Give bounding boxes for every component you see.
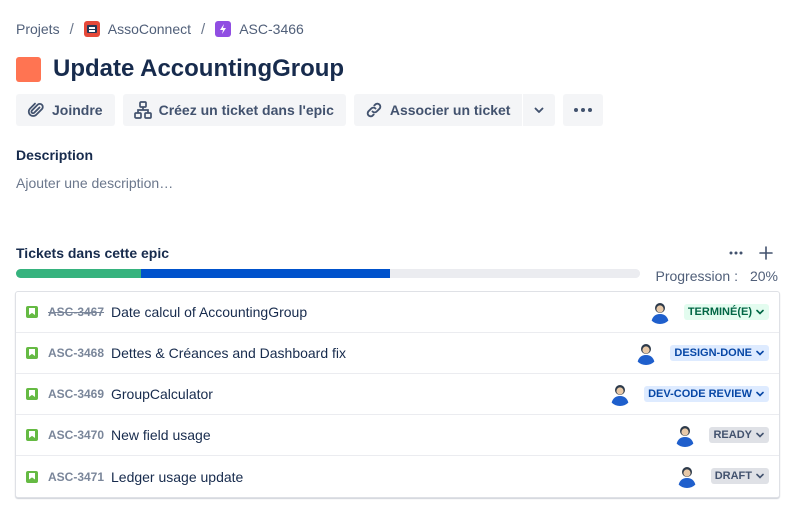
- more-actions-button[interactable]: [563, 94, 604, 126]
- issue-toolbar: Joindre Créez un ticket dans l'epic Asso…: [16, 94, 611, 126]
- story-icon: [26, 347, 38, 359]
- child-issue-row[interactable]: ASC-3471 Ledger usage update DRAFT: [16, 456, 779, 497]
- more-icon: [729, 251, 743, 255]
- more-icon: [574, 108, 593, 112]
- attach-button[interactable]: Joindre: [16, 94, 115, 126]
- status-label: DEV-CODE REVIEW: [648, 388, 752, 400]
- plus-icon: [759, 246, 773, 260]
- add-child-issue-button[interactable]: [754, 243, 778, 263]
- create-child-issue-button[interactable]: Créez un ticket dans l'epic: [122, 94, 346, 126]
- status-label: DESIGN-DONE: [674, 347, 752, 359]
- assignee-avatar[interactable]: [608, 382, 633, 406]
- epic-tickets-actions: [718, 243, 778, 263]
- chevron-down-icon: [756, 432, 764, 438]
- paperclip-icon: [27, 102, 44, 117]
- epic-tickets-more-button[interactable]: [724, 243, 748, 263]
- status-lozenge[interactable]: READY: [709, 427, 769, 443]
- child-issue-row[interactable]: ASC-3468 Dettes & Créances and Dashboard…: [16, 333, 779, 374]
- child-issue-key[interactable]: ASC-3470: [48, 428, 111, 442]
- chevron-down-icon: [756, 350, 764, 356]
- description-heading: Description: [16, 147, 94, 163]
- chevron-down-icon: [756, 473, 764, 479]
- epic-icon: [215, 21, 232, 37]
- status-label: READY: [713, 429, 752, 441]
- status-lozenge[interactable]: DRAFT: [710, 468, 769, 484]
- story-icon: [26, 470, 38, 483]
- status-lozenge[interactable]: TERMINÉ(E): [683, 304, 769, 320]
- assignee-avatar[interactable]: [634, 341, 659, 365]
- child-issue-key[interactable]: ASC-3467: [48, 305, 111, 319]
- issue-header: Update AccountingGroup: [16, 55, 344, 83]
- breadcrumb-project[interactable]: AssoConnect: [83, 21, 192, 37]
- progress-segment-in-progress: [140, 269, 391, 278]
- status-label: DRAFT: [714, 470, 752, 482]
- epic-issue-type-icon: [16, 56, 41, 82]
- epic-progress-text: Progression : 20%: [655, 268, 778, 284]
- progress-segment-todo: [390, 269, 640, 278]
- chevron-down-icon: [756, 391, 764, 397]
- link-icon: [366, 102, 382, 118]
- breadcrumb-epic-label: ASC-3466: [239, 21, 304, 37]
- child-issues-list: ASC-3467 Date calcul of AccountingGroup …: [15, 291, 780, 498]
- attach-button-label: Joindre: [52, 102, 103, 118]
- breadcrumb-project-label: AssoConnect: [107, 21, 192, 37]
- epic-progress-bar: [16, 269, 640, 278]
- assignee-avatar[interactable]: [673, 423, 698, 447]
- link-issue-label: Associer un ticket: [389, 102, 511, 118]
- story-icon: [26, 429, 38, 441]
- breadcrumb-projects[interactable]: Projets: [16, 21, 60, 37]
- breadcrumb-separator: /: [201, 20, 206, 38]
- chevron-down-icon: [535, 107, 544, 113]
- breadcrumb-separator: /: [69, 20, 74, 38]
- status-lozenge[interactable]: DEV-CODE REVIEW: [644, 386, 769, 402]
- progress-percent: 20%: [749, 268, 778, 284]
- status-lozenge[interactable]: DESIGN-DONE: [670, 345, 769, 361]
- breadcrumb: Projets / AssoConnect / ASC-3466: [16, 19, 304, 39]
- description-field[interactable]: Ajouter une description…: [16, 175, 173, 191]
- assignee-avatar[interactable]: [674, 464, 699, 488]
- project-icon: [83, 21, 100, 37]
- epic-tickets-heading: Tickets dans cette epic: [16, 245, 170, 261]
- progress-segment-done: [16, 269, 141, 278]
- create-child-issue-label: Créez un ticket dans l'epic: [158, 102, 334, 118]
- child-issue-key[interactable]: ASC-3471: [48, 470, 111, 484]
- link-issue-button[interactable]: Associer un ticket: [353, 94, 523, 126]
- breadcrumb-projects-label: Projets: [16, 21, 60, 37]
- epic-tickets-header: Tickets dans cette epic: [16, 243, 778, 263]
- progress-label: Progression :: [655, 268, 738, 284]
- issue-title[interactable]: Update AccountingGroup: [53, 55, 344, 83]
- child-issue-row[interactable]: ASC-3470 New field usage READY: [16, 415, 779, 456]
- link-issue-dropdown-button[interactable]: [523, 94, 556, 126]
- chevron-down-icon: [756, 309, 764, 315]
- breadcrumb-epic[interactable]: ASC-3466: [215, 21, 304, 37]
- story-icon: [26, 388, 38, 400]
- child-issue-row[interactable]: ASC-3467 Date calcul of AccountingGroup …: [16, 292, 779, 333]
- child-issue-key[interactable]: ASC-3469: [48, 387, 111, 401]
- status-label: TERMINÉ(E): [687, 306, 752, 318]
- child-issue-key[interactable]: ASC-3468: [48, 346, 111, 360]
- story-icon: [26, 306, 38, 318]
- assignee-avatar[interactable]: [647, 300, 672, 324]
- child-issue-row[interactable]: ASC-3469 GroupCalculator DEV-CODE REVIEW: [16, 374, 779, 415]
- hierarchy-icon: [133, 101, 152, 119]
